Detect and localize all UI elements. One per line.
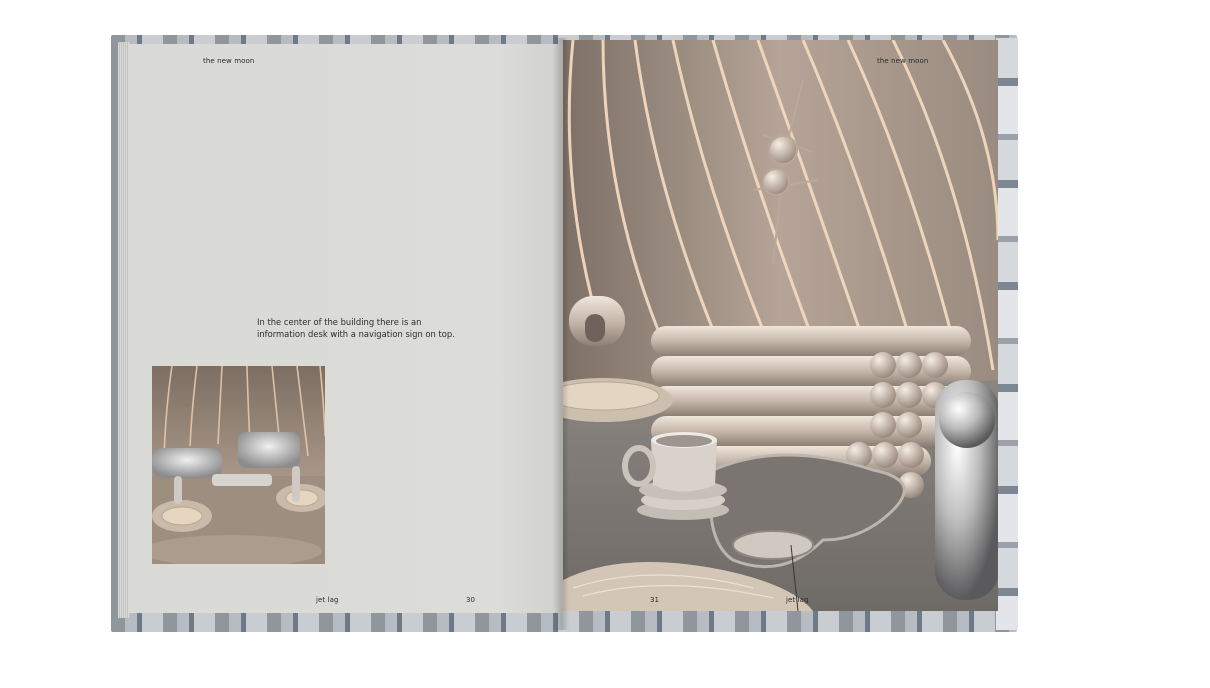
body-paragraph: In the center of the building there is a… [257, 317, 455, 339]
right-running-head: the new moon [877, 57, 929, 65]
information-desk-photo [152, 366, 325, 564]
right-page-number: 31 [650, 596, 660, 604]
left-footer-title: jet lag [316, 596, 339, 604]
book-spread: the new moon In the center of the buildi… [0, 0, 1210, 688]
right-page [563, 40, 998, 611]
left-running-head: the new moon [203, 57, 255, 65]
full-page-render [563, 40, 998, 611]
cover-edge [996, 38, 1018, 630]
right-footer-title: jet lag [786, 596, 809, 604]
left-page-number: 30 [466, 596, 476, 604]
